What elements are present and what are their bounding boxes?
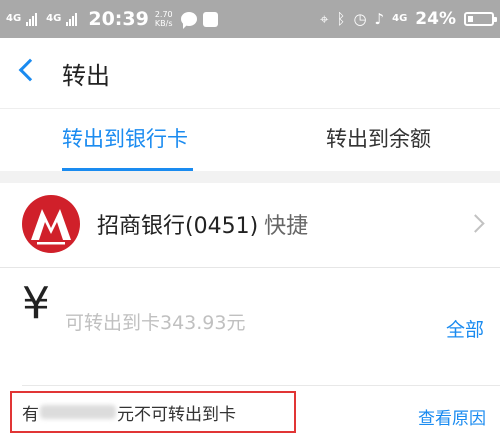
- network-indicator-2: 4G: [46, 13, 62, 24]
- section-divider: [0, 171, 500, 183]
- notice-prefix: 有: [22, 404, 39, 425]
- network-indicator-3: 4G: [392, 13, 408, 24]
- battery-icon: [464, 12, 497, 26]
- network-indicator-1: 4G: [6, 13, 22, 24]
- app-notification-icon: [202, 11, 218, 27]
- tab-transfer-to-balance[interactable]: 转出到余额: [326, 123, 431, 153]
- network-speed: 2.70 KB/s: [155, 10, 173, 28]
- speed-value: 2.70: [154, 10, 173, 19]
- speed-unit: KB/s: [154, 19, 173, 28]
- chevron-right-icon: [466, 214, 485, 233]
- alarm-icon: ◷: [353, 9, 367, 28]
- battery-percent: 24%: [415, 9, 456, 29]
- bank-card-selector[interactable]: 招商银行(0451) 快捷: [0, 183, 500, 268]
- quick-pay-tag: 快捷: [264, 214, 309, 239]
- status-bar: 4G 4G 20:39 2.70 KB/s ⌖ ᛒ ◷ ♪ 4G 24%: [0, 0, 500, 38]
- withdraw-all-button[interactable]: 全部: [446, 315, 484, 342]
- view-reason-link[interactable]: 查看原因: [418, 404, 486, 429]
- signal-icon: [26, 12, 38, 26]
- transfer-tabs: 转出到银行卡 转出到余额: [0, 108, 500, 172]
- currency-symbol: ¥: [22, 278, 50, 329]
- location-icon: ⌖: [319, 9, 329, 28]
- cmb-bank-logo-icon: [22, 195, 80, 253]
- amount-section: ¥ 全部: [0, 268, 500, 386]
- mute-bell-icon: ♪: [374, 9, 385, 28]
- nav-bar: 转出: [0, 38, 500, 108]
- non-transferable-notice: 有 元不可转出到卡: [10, 391, 296, 433]
- redacted-amount: [40, 405, 116, 419]
- page-title: 转出: [62, 62, 110, 90]
- notice-suffix: 元不可转出到卡: [117, 404, 236, 425]
- tab-transfer-to-card[interactable]: 转出到银行卡: [62, 123, 188, 153]
- amount-underline: [22, 385, 500, 386]
- bank-name: 招商银行(0451): [97, 214, 259, 239]
- signal-icon: [66, 12, 78, 26]
- bank-card-label: 招商银行(0451) 快捷: [97, 208, 308, 240]
- status-bar-left: 4G 4G 20:39 2.70 KB/s: [6, 0, 218, 38]
- status-bar-right: ⌖ ᛒ ◷ ♪ 4G 24%: [312, 0, 497, 38]
- chat-bubble-icon: [180, 12, 197, 29]
- notice-row: 有 元不可转出到卡 查看原因: [0, 387, 500, 439]
- amount-input[interactable]: [65, 312, 415, 334]
- bluetooth-icon: ᛒ: [336, 9, 346, 28]
- back-arrow-icon[interactable]: [18, 58, 42, 82]
- clock: 20:39: [88, 8, 149, 30]
